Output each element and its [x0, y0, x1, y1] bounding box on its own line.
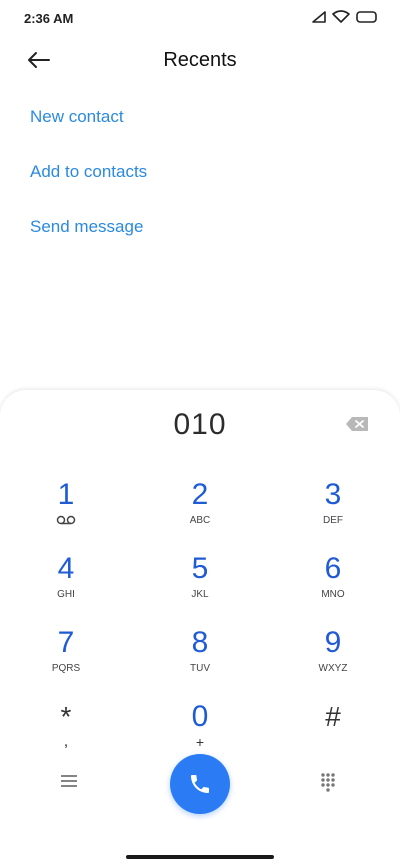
wifi-icon: [332, 10, 350, 23]
key-digit: 0: [191, 700, 209, 733]
key-letters: JKL: [191, 589, 209, 600]
key-9[interactable]: 9 WXYZ: [283, 626, 383, 688]
dialpad-icon: [321, 773, 335, 792]
status-time: 2:36 AM: [24, 11, 74, 26]
phone-icon: [191, 775, 209, 793]
key-digit: 8: [191, 626, 209, 659]
key-letters: WXYZ: [318, 663, 348, 674]
key-7[interactable]: 7 PQRS: [16, 626, 116, 688]
key-digit: 2: [191, 478, 209, 511]
dialpad-toggle-button[interactable]: [320, 772, 338, 794]
page-title: Recents: [163, 49, 237, 71]
key-6[interactable]: 6 MNO: [283, 552, 383, 614]
key-digit: #: [325, 701, 341, 732]
signal-icon: [312, 10, 326, 23]
voicemail-icon: [56, 515, 76, 525]
home-indicator[interactable]: [126, 855, 274, 859]
key-letters: TUV: [190, 663, 210, 674]
new-contact-link[interactable]: New contact: [30, 100, 147, 155]
key-digit: 4: [57, 552, 75, 585]
battery-icon: [356, 10, 377, 23]
key-5[interactable]: 5 JKL: [150, 552, 250, 614]
key-digit: 7: [57, 626, 75, 659]
key-letters: GHI: [57, 589, 75, 600]
call-button[interactable]: [170, 754, 230, 814]
key-digit: 5: [191, 552, 209, 585]
key-digit: *: [60, 701, 72, 732]
key-letters: ABC: [189, 515, 211, 526]
header: Recents: [0, 36, 400, 84]
key-letters: PQRS: [51, 663, 81, 674]
key-letters: MNO: [321, 589, 345, 600]
add-to-contacts-link[interactable]: Add to contacts: [30, 155, 147, 210]
key-digit: 6: [324, 552, 342, 585]
key-1[interactable]: 1: [16, 478, 116, 540]
action-list: New contact Add to contacts Send message: [30, 100, 147, 265]
key-8[interactable]: 8 TUV: [150, 626, 250, 688]
status-icons: [312, 10, 378, 23]
dialed-number: 010: [173, 408, 227, 441]
menu-icon: [61, 775, 77, 787]
menu-button[interactable]: [60, 774, 82, 792]
key-3[interactable]: 3 DEF: [283, 478, 383, 540]
key-digit: 1: [57, 478, 75, 511]
key-letters: +: [195, 734, 205, 750]
key-letters: DEF: [323, 515, 343, 526]
key-2[interactable]: 2 ABC: [150, 478, 250, 540]
key-4[interactable]: 4 GHI: [16, 552, 116, 614]
key-letters: ,: [63, 733, 69, 750]
key-digit: 3: [324, 478, 342, 511]
dialer-panel: 010 1 2 ABC 3 DEF 4 GHI 5 JKL 6 MNO 7 PQ…: [0, 390, 400, 866]
backspace-button[interactable]: [344, 414, 370, 434]
status-bar: 2:36 AM: [0, 0, 400, 36]
key-digit: 9: [324, 626, 342, 659]
backspace-icon: [346, 417, 368, 431]
dialer-bottom-bar: [0, 750, 400, 820]
send-message-link[interactable]: Send message: [30, 210, 147, 265]
